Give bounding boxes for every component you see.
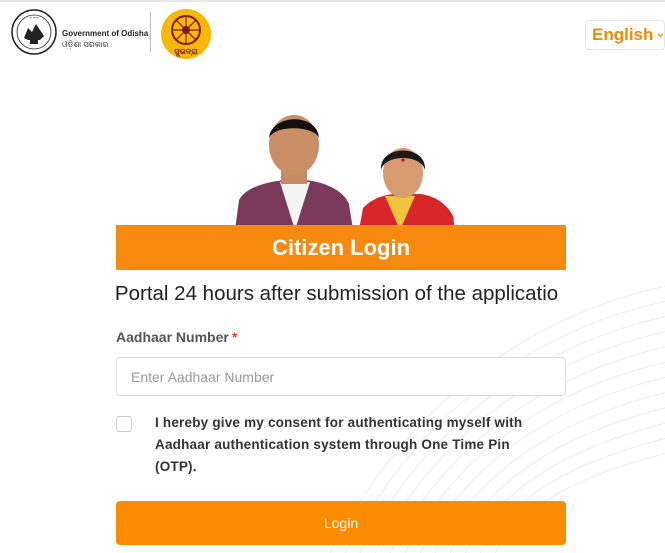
gov-line-english: Government of Odisha <box>62 29 149 38</box>
aadhaar-number-label: Aadhaar Number * <box>116 329 237 345</box>
language-label: English <box>592 25 654 44</box>
aadhaar-label-text: Aadhaar Number <box>116 329 229 345</box>
header-divider <box>150 12 151 52</box>
language-selector[interactable]: English <box>585 20 665 50</box>
header: ~~~ Government of Odisha ଓଡ଼ିଶା ସରକାର ସୁ… <box>0 2 665 64</box>
svg-text:~~~: ~~~ <box>29 15 39 20</box>
required-asterisk: * <box>231 329 238 345</box>
login-button[interactable]: Login <box>116 501 566 545</box>
gov-line-odia: ଓଡ଼ିଶା ସରକାର <box>62 40 109 49</box>
announcement-marquee: ra Portal 24 hours after submission of t… <box>116 282 566 310</box>
government-title: Government of Odisha ଓଡ଼ିଶା ସରକାର <box>62 28 148 50</box>
chevron-down-icon <box>657 33 664 38</box>
consent-text: I hereby give my consent for authenticat… <box>155 415 523 474</box>
citizen-login-banner: Citizen Login <box>116 225 566 270</box>
marquee-text: ra Portal 24 hours after submission of t… <box>116 282 559 305</box>
odisha-emblem-logo: ~~~ <box>11 9 57 55</box>
leaders-photo <box>235 115 455 230</box>
subhadra-logo: ସୁଭଦ୍ରା <box>161 9 211 59</box>
login-title: Citizen Login <box>271 234 411 260</box>
consent-checkbox[interactable] <box>116 416 132 432</box>
aadhaar-number-input[interactable] <box>116 357 566 396</box>
